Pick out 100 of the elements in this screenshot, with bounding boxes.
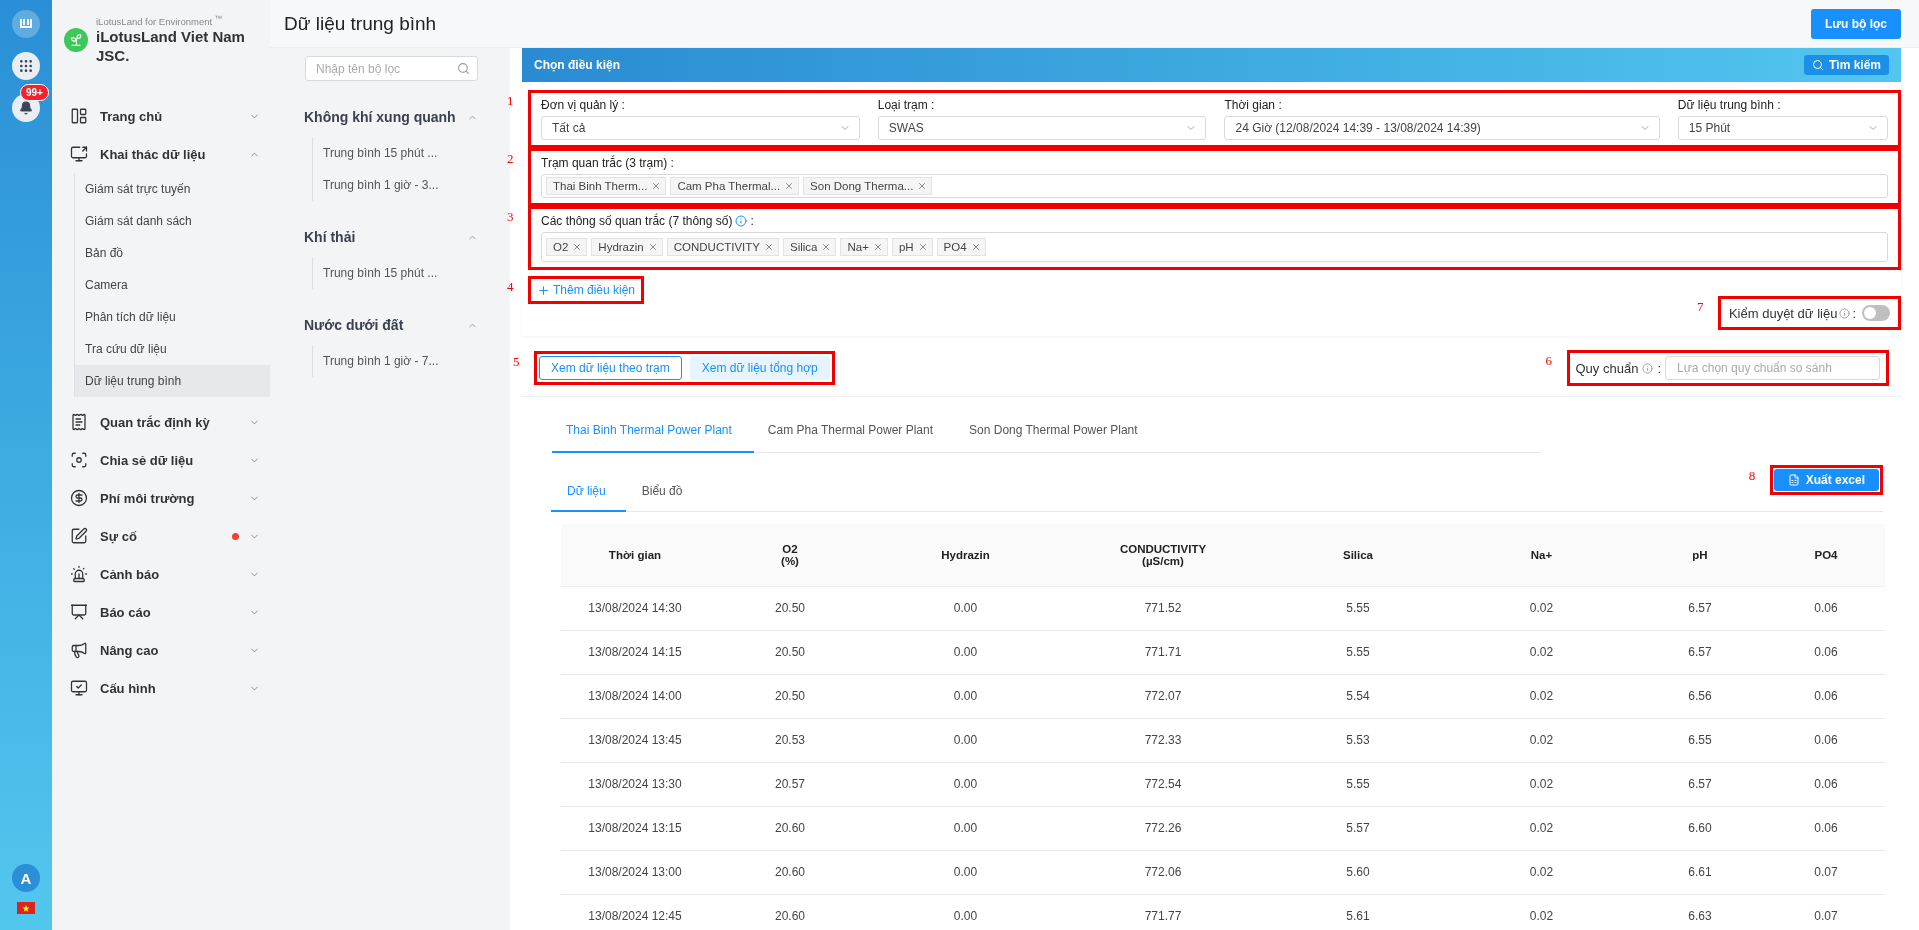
column-header: PO4 <box>1767 524 1885 586</box>
parameter-tag[interactable]: Hydrazin <box>591 238 663 256</box>
home-button[interactable] <box>12 10 40 38</box>
table-cell: 0.06 <box>1767 762 1885 806</box>
apps-button[interactable] <box>12 52 40 80</box>
station-tag[interactable]: Thai Binh Therm... <box>546 177 667 195</box>
saved-filter[interactable]: Trung bình 15 phút ... <box>323 137 478 169</box>
column-header: Thời gian <box>561 524 709 586</box>
station-tag[interactable]: Cam Pha Thermal... <box>670 177 800 195</box>
filter-group[interactable]: Không khí xung quanh <box>304 97 478 137</box>
field-label: Loại trạm : <box>877 98 936 112</box>
card-title: Chọn điều kiện <box>534 58 620 72</box>
table-cell: 5.61 <box>1266 894 1450 930</box>
close-icon[interactable] <box>651 181 662 191</box>
filter-group[interactable]: Nước dưới đất <box>304 305 478 345</box>
column-header: Na+ <box>1450 524 1633 586</box>
table-cell: 0.02 <box>1450 806 1633 850</box>
saved-filter[interactable]: Trung bình 1 giờ - 3... <box>323 169 478 201</box>
station-tab[interactable]: Son Dong Thermal Power Plant <box>955 413 1160 453</box>
saved-filter[interactable]: Trung bình 15 phút ... <box>323 257 478 289</box>
nav-item[interactable]: Nâng cao <box>64 631 270 670</box>
station-select-field[interactable]: Thai Binh Therm... Cam Pha Thermal... Son Dong Therma... <box>541 174 1888 198</box>
table-cell: 771.71 <box>1060 630 1266 674</box>
nav-item[interactable]: Cấu hình <box>64 669 270 708</box>
edit-icon <box>70 527 88 546</box>
parameter-select-field[interactable]: O2 Hydrazin CONDUCTIVITY Silica Na+ pH PO4 <box>541 232 1888 262</box>
close-icon[interactable] <box>872 242 883 252</box>
table-cell: 0.06 <box>1767 718 1885 762</box>
table-cell: 6.55 <box>1633 718 1767 762</box>
select-field[interactable]: SWAS <box>877 116 1207 140</box>
select-field[interactable]: 24 Giờ (12/08/2024 14:39 - 13/08/2024 14:39) <box>1224 116 1660 140</box>
table-cell: 20.57 <box>709 762 871 806</box>
nav-subitem[interactable]: Dữ liệu trung bình <box>75 365 270 398</box>
nav-item[interactable]: Quan trắc định kỳ <box>64 403 270 442</box>
approval-toggle[interactable] <box>1862 305 1890 321</box>
table-cell: 772.06 <box>1060 850 1266 894</box>
close-icon[interactable] <box>917 242 928 252</box>
nav-subitem[interactable]: Camera <box>75 269 270 302</box>
nav-item[interactable]: Sự cố <box>64 517 270 556</box>
close-icon[interactable] <box>821 242 832 252</box>
close-icon[interactable] <box>647 242 658 252</box>
nav-subitem[interactable]: Tra cứu dữ liệu <box>75 333 270 366</box>
select-field[interactable]: Tất cả <box>541 116 860 140</box>
table-cell: 6.57 <box>1633 586 1767 630</box>
station-tag[interactable]: Son Dong Therma... <box>803 177 933 195</box>
annotation-number: 6 <box>1545 353 1552 369</box>
annotation-number: 1 <box>507 93 514 109</box>
table-cell: 6.60 <box>1633 806 1767 850</box>
nav-subitem[interactable]: Giám sát trực tuyến <box>75 173 270 206</box>
select-field[interactable]: 15 Phút <box>1677 116 1888 140</box>
standard-select-field[interactable]: Lựa chọn quy chuẩn so sánh <box>1665 356 1880 380</box>
parameter-tag[interactable]: Na+ <box>840 238 888 256</box>
table-cell: 6.57 <box>1633 762 1767 806</box>
parameter-tag[interactable]: CONDUCTIVITY <box>666 238 779 256</box>
flag-icon[interactable] <box>17 902 35 914</box>
table-cell: 0.02 <box>1450 586 1633 630</box>
document-icon <box>70 413 88 432</box>
nav-item[interactable]: Phí môi trường <box>64 479 270 518</box>
grid-icon <box>18 58 34 74</box>
annotation-number: 4 <box>507 279 514 295</box>
parameter-tag[interactable]: PO4 <box>936 238 986 256</box>
close-icon[interactable] <box>917 181 928 191</box>
close-icon[interactable] <box>970 242 981 252</box>
filter-group[interactable]: Khí thải <box>304 217 478 257</box>
approval-label: Kiểm duyệt dữ liệu <box>1728 305 1838 321</box>
nav-item[interactable]: Khai thác dữ liệu <box>64 135 270 174</box>
station-tab[interactable]: Cam Pha Thermal Power Plant <box>753 413 956 453</box>
close-icon[interactable] <box>572 242 583 252</box>
table-cell: 0.00 <box>871 894 1060 930</box>
table-cell: 5.54 <box>1266 674 1450 718</box>
saved-filter[interactable]: Trung bình 1 giờ - 7... <box>323 345 478 377</box>
view-tab[interactable]: Biểu đồ <box>625 474 703 512</box>
brand-name: iLotusLand Viet Nam JSC. <box>96 27 246 66</box>
table-cell: 772.33 <box>1060 718 1266 762</box>
search-icon <box>457 62 470 75</box>
table-cell: 20.53 <box>709 718 871 762</box>
filter-search-field[interactable]: Nhập tên bộ lọc <box>305 56 478 81</box>
nav-subitem[interactable]: Bản đồ <box>75 237 270 270</box>
close-icon[interactable] <box>784 181 795 191</box>
table-cell: 20.50 <box>709 586 871 630</box>
monitor-check-icon <box>70 679 88 698</box>
table-cell: 6.57 <box>1633 630 1767 674</box>
parameter-tag[interactable]: Silica <box>783 238 837 256</box>
nav-item[interactable]: Trang chủ <box>64 97 270 136</box>
focus-frame-icon <box>70 451 88 470</box>
logo-icon <box>19 17 33 31</box>
parameter-tag[interactable]: pH <box>891 238 933 256</box>
table-cell: 13/08/2024 14:30 <box>561 586 709 630</box>
close-icon[interactable] <box>764 242 774 252</box>
nav-subitem[interactable]: Phân tích dữ liệu <box>75 301 270 334</box>
layout-icon <box>70 107 88 126</box>
table-cell: 0.07 <box>1767 894 1885 930</box>
nav-item[interactable]: Chia sẻ dữ liệu <box>64 441 270 480</box>
nav-item[interactable]: Báo cáo <box>64 593 270 632</box>
table-cell: 13/08/2024 13:15 <box>561 806 709 850</box>
table-cell: 0.00 <box>871 762 1060 806</box>
nav-item[interactable]: Cảnh báo <box>64 555 270 594</box>
table-cell: 0.02 <box>1450 762 1633 806</box>
parameter-tag[interactable]: O2 <box>546 238 588 256</box>
nav-subitem[interactable]: Giám sát danh sách <box>75 205 270 238</box>
